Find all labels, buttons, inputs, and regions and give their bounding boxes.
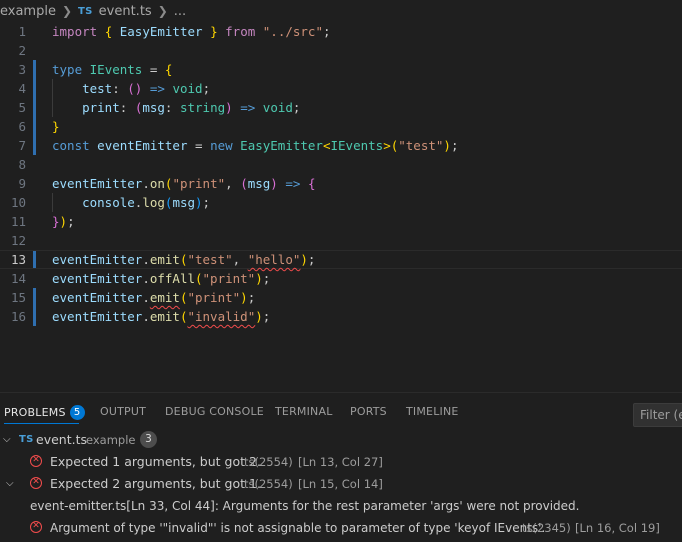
typescript-file-icon: TS (19, 434, 34, 445)
problem-location: [Ln 13, Col 27] (298, 455, 383, 469)
code-text: }); (52, 214, 75, 229)
typescript-file-icon: TS (78, 5, 93, 17)
related-information-text: event-emitter.ts[Ln 33, Col 44]: Argumen… (30, 499, 580, 513)
line-number: 12 (10, 233, 26, 248)
line-number: 6 (18, 119, 26, 134)
code-line[interactable]: 15 eventEmitter.emit("print"); (0, 288, 682, 307)
code-line[interactable]: 4 test: () => void; (0, 79, 682, 98)
code-line[interactable]: 5 print: (msg: string) => void; (0, 98, 682, 117)
bottom-panel: PROBLEMS 5 OUTPUT DEBUG CONSOLE TERMINAL … (0, 392, 682, 542)
tab-problems[interactable]: PROBLEMS 5 (4, 405, 85, 420)
line-number: 7 (18, 138, 26, 153)
code-text: } (52, 119, 60, 134)
panel-tabs: PROBLEMS 5 OUTPUT DEBUG CONSOLE TERMINAL … (0, 393, 682, 431)
code-line[interactable]: 11 }); (0, 212, 682, 231)
code-line[interactable]: 9 eventEmitter.on("print", (msg) => { (0, 174, 682, 193)
code-text: console.log(msg); (82, 195, 211, 210)
code-text: type IEvents = { (52, 62, 173, 77)
code-line[interactable]: 10 console.log(msg); (0, 193, 682, 212)
line-number: 2 (18, 43, 26, 58)
code-text: const eventEmitter = new EasyEmitter<IEv… (52, 138, 459, 153)
problem-message: Argument of type '"invalid"' is not assi… (50, 521, 546, 535)
breadcrumb-more[interactable]: ... (174, 4, 186, 19)
code-line[interactable]: 12 (0, 231, 682, 250)
line-number: 4 (18, 81, 26, 96)
active-tab-indicator (4, 423, 79, 424)
line-number: 14 (10, 271, 26, 286)
line-number: 9 (18, 176, 26, 191)
code-line[interactable]: 6 } (0, 117, 682, 136)
code-text: test: () => void; (82, 81, 211, 96)
problems-count-badge: 5 (69, 405, 85, 420)
code-line[interactable]: 3 type IEvents = { (0, 60, 682, 79)
line-number: 5 (18, 100, 26, 115)
line-number: 16 (10, 309, 26, 324)
problem-item[interactable]: ⌵ ✕ Expected 2 arguments, but got 1. ts(… (0, 473, 682, 495)
problem-location: [Ln 16, Col 19] (575, 521, 660, 535)
code-line[interactable]: 1 import { EasyEmitter } from "../src"; (0, 22, 682, 41)
line-number: 15 (10, 290, 26, 305)
problems-filter-input[interactable]: Filter (e.g. (633, 403, 682, 427)
code-text: eventEmitter.emit("print"); (52, 290, 256, 305)
problem-message: Expected 2 arguments, but got 1. (50, 476, 261, 491)
line-number: 11 (10, 214, 26, 229)
error-icon: ✕ (30, 455, 42, 467)
problem-file-folder: example (86, 433, 136, 447)
tab-debug-console[interactable]: DEBUG CONSOLE (165, 405, 264, 418)
code-text: print: (msg: string) => void; (82, 100, 301, 115)
chevron-right-icon: ❯ (61, 4, 73, 18)
breadcrumb-file[interactable]: event.ts (99, 4, 152, 19)
problems-file-group[interactable]: ⌵ TS event.ts example 3 (0, 429, 682, 451)
problem-file-name: event.ts (36, 432, 87, 447)
chevron-right-icon: ❯ (157, 4, 168, 18)
code-line[interactable]: 14 eventEmitter.offAll("print"); (0, 269, 682, 288)
problem-count-badge: 3 (140, 431, 157, 448)
code-line[interactable]: 7 const eventEmitter = new EasyEmitter<I… (0, 136, 682, 155)
problem-location: [Ln 15, Col 14] (298, 477, 383, 491)
code-text: eventEmitter.offAll("print"); (52, 271, 271, 286)
line-number: 3 (18, 62, 26, 77)
code-text: eventEmitter.on("print", (msg) => { (52, 176, 316, 191)
code-text: import { EasyEmitter } from "../src"; (52, 24, 331, 39)
code-line[interactable]: 8 (0, 155, 682, 174)
tab-ports[interactable]: PORTS (350, 405, 387, 418)
problem-message: Expected 1 arguments, but got 2. (50, 454, 261, 469)
tab-timeline[interactable]: TIMELINE (406, 405, 459, 418)
code-text: eventEmitter.emit("invalid"); (52, 309, 271, 324)
code-line-current[interactable]: 13 eventEmitter.emit("test", "hello"); (0, 250, 682, 269)
tab-terminal[interactable]: TERMINAL (275, 405, 333, 418)
chevron-down-icon[interactable]: ⌵ (3, 429, 11, 451)
problem-item[interactable]: ✕ Argument of type '"invalid"' is not as… (0, 517, 682, 539)
code-line[interactable]: 16 eventEmitter.emit("invalid"); (0, 307, 682, 326)
error-icon: ✕ (30, 477, 42, 489)
line-number: 10 (10, 195, 26, 210)
chevron-down-icon[interactable]: ⌵ (6, 473, 14, 495)
code-line[interactable]: 2 (0, 41, 682, 60)
breadcrumb: example ❯ TS event.ts ❯ ... (0, 0, 682, 22)
code-editor[interactable]: 1 import { EasyEmitter } from "../src"; … (0, 22, 682, 392)
breadcrumb-folder[interactable]: example (0, 4, 56, 19)
line-number: 8 (18, 157, 26, 172)
line-number: 1 (18, 24, 26, 39)
problem-item[interactable]: ✕ Expected 1 arguments, but got 2. ts(25… (0, 451, 682, 473)
problem-code: ts(2345) (522, 521, 571, 535)
problem-code: ts(2554) (244, 477, 293, 491)
related-information-item[interactable]: event-emitter.ts[Ln 33, Col 44]: Argumen… (0, 495, 682, 517)
error-icon: ✕ (30, 521, 42, 533)
line-number: 13 (10, 252, 26, 267)
tab-output[interactable]: OUTPUT (100, 405, 146, 418)
code-text: eventEmitter.emit("test", "hello"); (52, 252, 316, 267)
problem-code: ts(2554) (244, 455, 293, 469)
